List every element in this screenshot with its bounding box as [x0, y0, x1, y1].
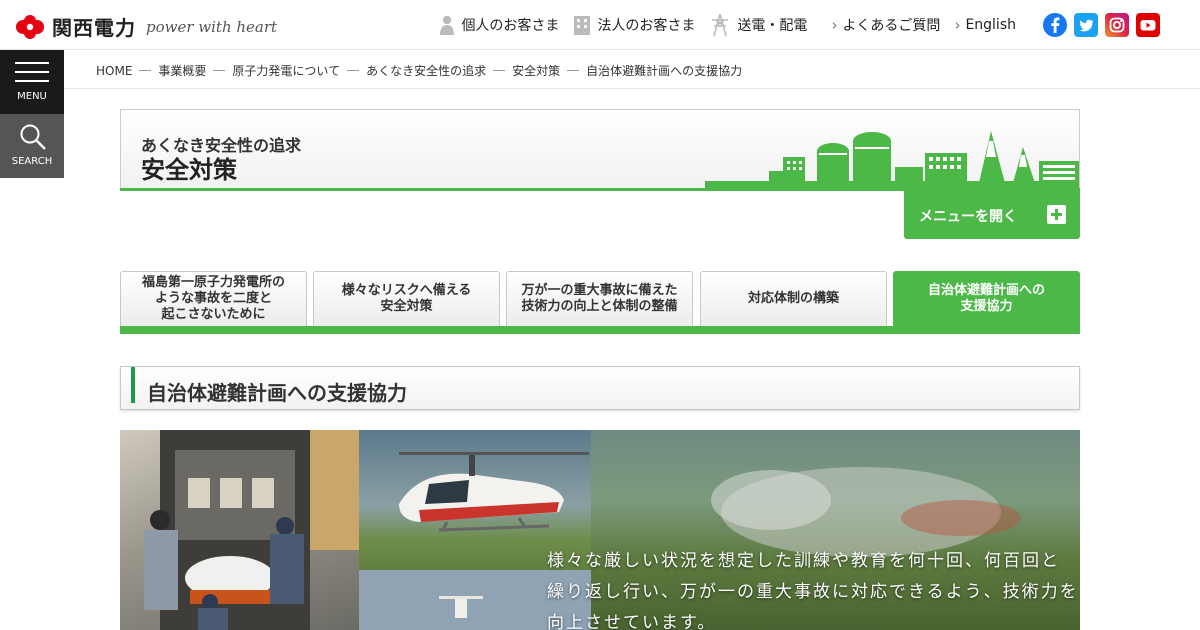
facebook-icon[interactable] [1043, 13, 1067, 37]
search-button[interactable]: SEARCH [0, 114, 64, 178]
hero-copy-line: 繰り返し行い、万が一の重大事故に対応できるよう、技術力を [547, 582, 1079, 602]
tab-label: 自治体避難計画への 支援協力 [928, 283, 1045, 315]
person-icon [440, 15, 455, 35]
tab-label-line: 対応体制の構築 [747, 291, 839, 306]
plus-icon [1047, 205, 1066, 224]
tab-label: 福島第一原子力発電所の ような事故を二度と 起こさないために [142, 275, 285, 323]
tab-label-line: 自治体避難計画への [927, 283, 1045, 298]
tab-response-system[interactable]: 対応体制の構築 [700, 271, 887, 326]
tab-accident-prevention[interactable]: 福島第一原子力発電所の ような事故を二度と 起こさないために [120, 271, 307, 326]
search-label: SEARCH [11, 156, 53, 167]
tab-technical-capability[interactable]: 万が一の重大事故に備えた 技術力の向上と体制の整備 [506, 271, 693, 326]
menu-label: MENU [17, 91, 47, 102]
nav-transmission[interactable]: 送電・配電 [709, 13, 807, 37]
hero-copy-line: 様々な厳しい状況を想定した訓練や教育を何十回、何百回と [547, 551, 1060, 571]
tab-label-line: 福島第一原子力発電所の [141, 275, 285, 290]
brand-name: 関西電力 [52, 16, 136, 40]
breadcrumb-safety-pursuit[interactable]: あくなき安全性の追求 [366, 62, 486, 79]
tab-label: 万が一の重大事故に備えた 技術力の向上と体制の整備 [521, 283, 677, 315]
tab-risk-measures[interactable]: 様々なリスクへ備える 安全対策 [313, 271, 500, 326]
tab-label: 対応体制の構築 [748, 291, 839, 307]
open-menu-label: メニューを開く [919, 209, 1017, 225]
ambulance-training-photo [120, 430, 359, 630]
site-logo[interactable]: 関西電力 power with heart [14, 12, 277, 41]
menu-button[interactable]: MENU [0, 50, 64, 114]
breadcrumb-separator [347, 70, 360, 71]
tab-label: 様々なリスクへ備える 安全対策 [342, 283, 472, 315]
header-nav: 個人のお客さま 法人のお客さま 送電・配電 › よくあるご質問 › Englis… [425, 0, 1160, 50]
power-tower-icon [712, 13, 729, 37]
hamburger-icon [15, 62, 49, 89]
content-heading: 自治体避難計画への支援協力 [120, 366, 1080, 410]
tab-label-line: 技術力の向上と体制の整備 [521, 299, 678, 314]
breadcrumb-nuclear[interactable]: 原子力発電について [232, 62, 340, 79]
breadcrumb-divider [64, 88, 1200, 89]
breadcrumb-safety-measures[interactable]: 安全対策 [512, 62, 560, 79]
section-tabs: 福島第一原子力発電所の ような事故を二度と 起こさないために 様々なリスクへ備え… [120, 271, 1080, 334]
nav-personal-label: 個人のお客さま [461, 18, 560, 34]
building-icon [574, 16, 591, 35]
chevron-right-icon: › [831, 16, 838, 34]
breadcrumb-separator [567, 70, 580, 71]
twitter-icon[interactable] [1074, 13, 1098, 37]
youtube-icon[interactable] [1136, 13, 1160, 37]
hero-copy-line: 向上させています。 [547, 613, 717, 630]
site-header: 関西電力 power with heart 個人のお客さま 法人のお客さま 送電… [0, 0, 1200, 50]
tab-label-line: 起こさないために [161, 307, 266, 322]
tab-label-line: 安全対策 [380, 299, 433, 314]
breadcrumb-separator [139, 70, 152, 71]
plant-skyline-illustration [705, 131, 1079, 191]
nav-transmission-label: 送電・配電 [737, 18, 808, 34]
search-icon [20, 124, 46, 150]
tab-label-line: ような事故を二度と [154, 291, 272, 306]
breadcrumb-business[interactable]: 事業概要 [158, 62, 206, 79]
social-links [1036, 13, 1160, 37]
nav-english[interactable]: › English [954, 16, 1016, 34]
nav-business[interactable]: 法人のお客さま [573, 15, 695, 35]
nav-faq[interactable]: › よくあるご質問 [831, 15, 940, 35]
tab-label-line: 支援協力 [960, 299, 1013, 314]
nav-english-label: English [965, 17, 1016, 33]
kanden-logo-icon [14, 14, 46, 40]
heading-accent-bar [131, 367, 135, 403]
tabs-underline [120, 326, 1080, 334]
tab-label-line: 様々なリスクへ備える [341, 283, 472, 298]
breadcrumb-separator [493, 70, 506, 71]
tab-evacuation-support[interactable]: 自治体避難計画への 支援協力 [893, 271, 1080, 326]
tab-label-line: 万が一の重大事故に備えた [521, 283, 678, 298]
brand-tagline: power with heart [146, 17, 278, 36]
nav-faq-label: よくあるご質問 [842, 18, 941, 34]
breadcrumb: HOME 事業概要 原子力発電について あくなき安全性の追求 安全対策 自治体避… [96, 62, 742, 79]
open-menu-button[interactable]: メニューを開く [904, 191, 1080, 239]
nav-personal[interactable]: 個人のお客さま [439, 15, 559, 35]
breadcrumb-separator [213, 70, 226, 71]
content-heading-text: 自治体避難計画への支援協力 [147, 381, 407, 405]
nav-business-label: 法人のお客さま [597, 18, 696, 34]
hero-copy: 様々な厳しい状況を想定した訓練や教育を何十回、何百回と 繰り返し行い、万が一の重… [547, 546, 1079, 630]
instagram-icon[interactable] [1105, 13, 1129, 37]
section-title: 安全対策 [141, 156, 237, 184]
chevron-right-icon: › [954, 16, 961, 34]
section-header: あくなき安全性の追求 安全対策 [120, 109, 1080, 191]
hero-image: 様々な厳しい状況を想定した訓練や教育を何十回、何百回と 繰り返し行い、万が一の重… [120, 430, 1080, 630]
breadcrumb-current: 自治体避難計画への支援協力 [586, 64, 743, 78]
breadcrumb-home[interactable]: HOME [96, 64, 132, 78]
